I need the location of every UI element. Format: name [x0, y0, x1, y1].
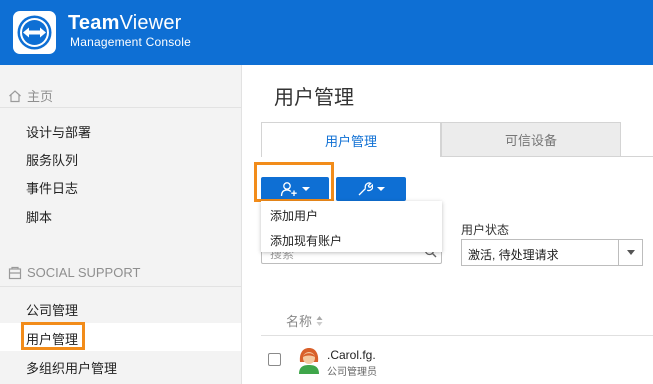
- brand-subtitle: Management Console: [70, 35, 192, 49]
- user-role: 公司管理员: [327, 367, 377, 378]
- tab-trusted-devices[interactable]: 可信设备: [441, 122, 621, 157]
- teamviewer-logo[interactable]: [13, 11, 56, 54]
- brand-bold: Team: [68, 12, 120, 34]
- sidebar-section-social[interactable]: SOCIAL SUPPORT: [8, 265, 140, 280]
- user-status-label: 用户状态: [461, 223, 510, 237]
- wrench-icon: [358, 182, 373, 196]
- user-status-value: 激活, 待处理请求: [468, 248, 559, 262]
- sidebar-item-service-queue[interactable]: 服务队列: [26, 150, 78, 169]
- chevron-down-icon: [627, 250, 635, 255]
- user-status-select[interactable]: 激活, 待处理请求: [461, 239, 643, 266]
- column-header-label: 名称: [286, 314, 313, 329]
- highlight-box-sidebar: [21, 322, 85, 350]
- row-checkbox[interactable]: [268, 353, 281, 366]
- tab-underline: [441, 156, 653, 157]
- home-icon: [8, 89, 22, 103]
- column-header-name[interactable]: 名称: [286, 311, 323, 330]
- sidebar-home-label: 主页: [27, 89, 54, 104]
- sort-icon: [316, 315, 323, 327]
- sidebar-item-company-management[interactable]: 公司管理: [26, 300, 78, 319]
- app-header: TeamViewer Management Console: [0, 0, 653, 65]
- user-avatar: [297, 346, 321, 374]
- sidebar-divider: [0, 107, 241, 108]
- table-header-divider: [261, 335, 653, 336]
- add-user-dropdown-menu: 添加用户 添加现有账户: [261, 201, 442, 252]
- settings-button[interactable]: [336, 177, 406, 201]
- brand-thin: Viewer: [119, 12, 182, 34]
- sidebar: 主页 设计与部署 服务队列 事件日志 脚本 SOCIAL SUPPORT 公司管…: [0, 65, 242, 384]
- sidebar-divider: [0, 286, 241, 287]
- tab-user-management[interactable]: 用户管理: [261, 122, 441, 157]
- page-title: 用户管理: [274, 87, 354, 109]
- sidebar-item-multi-org-users[interactable]: 多组织用户管理: [26, 358, 117, 377]
- sidebar-social-label: SOCIAL SUPPORT: [27, 265, 141, 280]
- sidebar-item-design-deploy[interactable]: 设计与部署: [26, 122, 91, 141]
- main-content: 用户管理 用户管理 可信设备 搜索 添加用户 添加现有账户 用户状态 激活, 待…: [243, 65, 653, 384]
- sidebar-item-scripts[interactable]: 脚本: [26, 207, 52, 226]
- sidebar-item-event-log[interactable]: 事件日志: [26, 178, 78, 197]
- sidebar-section-home[interactable]: 主页: [8, 86, 53, 105]
- social-support-icon: [8, 266, 22, 280]
- chevron-down-icon: [377, 187, 385, 191]
- user-name[interactable]: .Carol.fg.: [327, 348, 376, 362]
- tab-bar: 用户管理 可信设备: [261, 122, 621, 157]
- brand-name: TeamViewer: [68, 12, 182, 35]
- select-toggle[interactable]: [618, 240, 642, 265]
- menu-item-add-user[interactable]: 添加用户: [270, 207, 318, 224]
- menu-item-add-existing-account[interactable]: 添加现有账户: [270, 232, 342, 249]
- avatar-icon: [299, 348, 319, 374]
- highlight-box-add-user: [254, 162, 334, 202]
- teamviewer-logo-icon: [17, 15, 52, 50]
